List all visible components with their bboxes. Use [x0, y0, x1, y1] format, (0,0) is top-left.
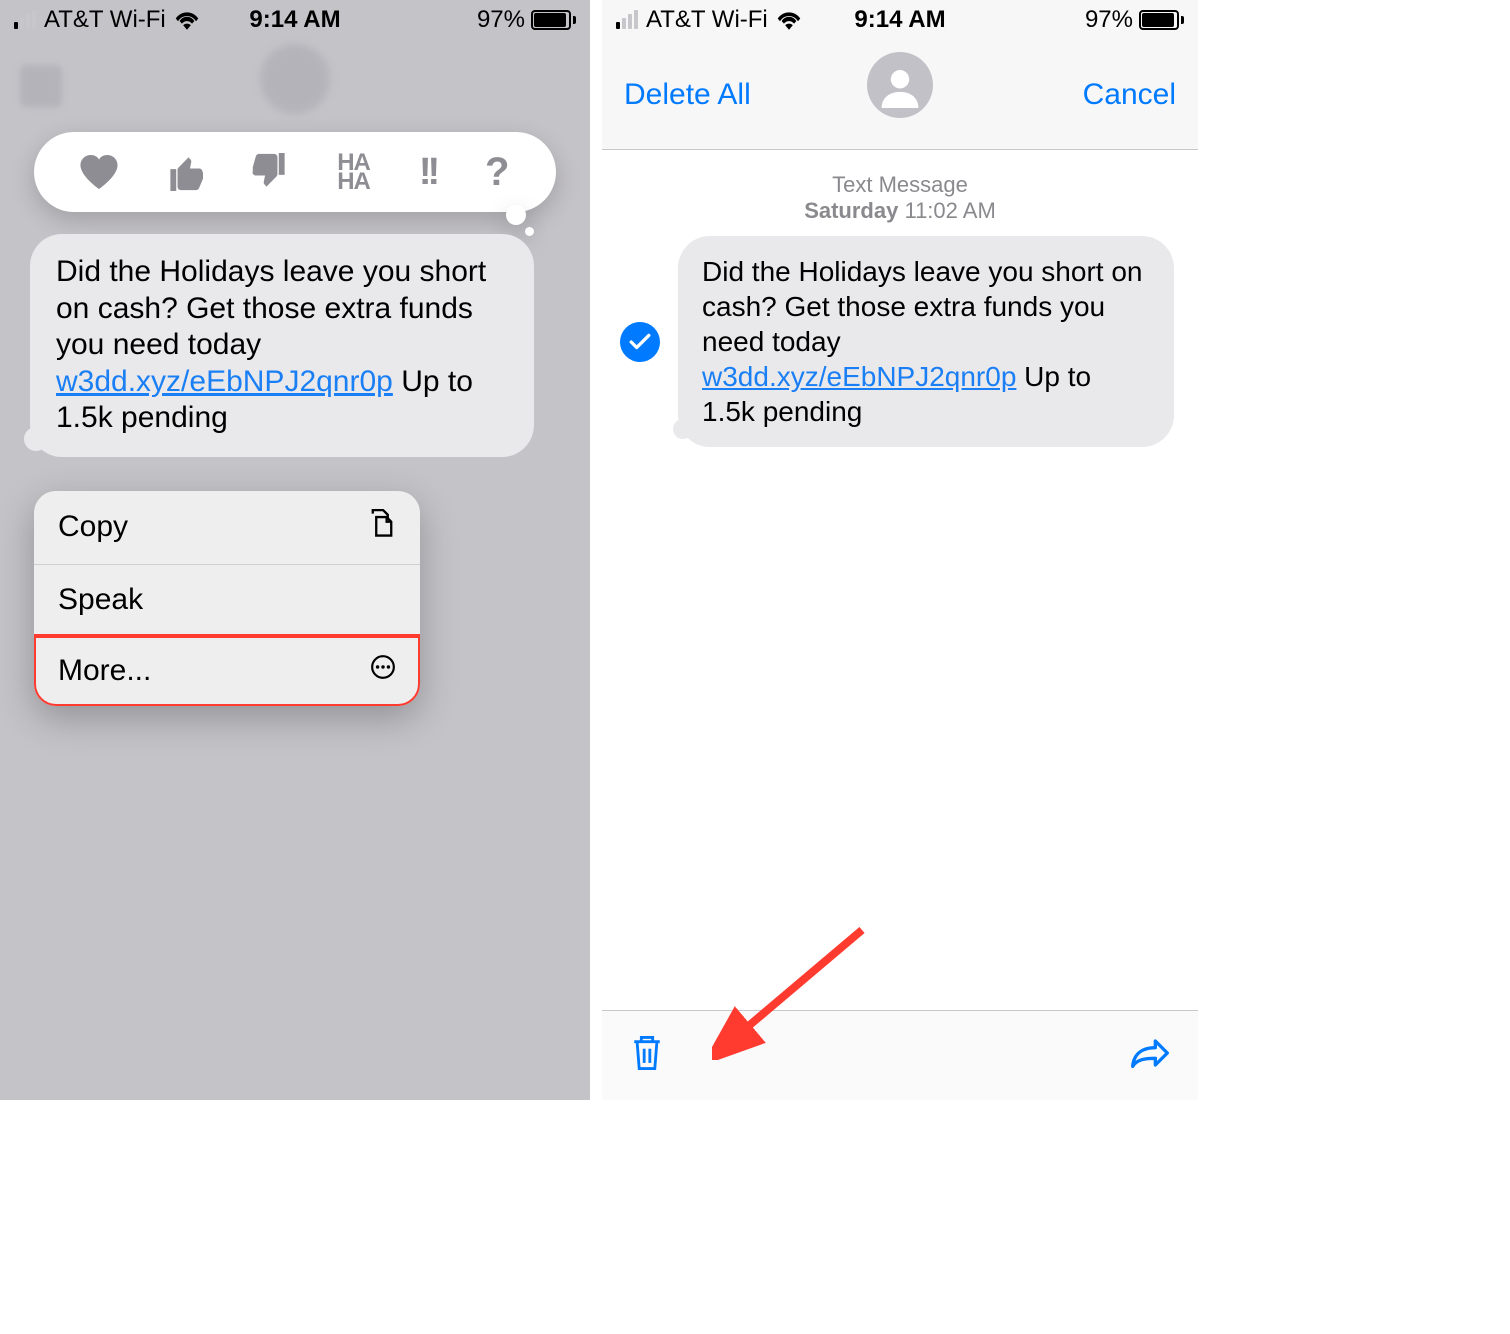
message-meta: Text Message Saturday 11:02 AM	[602, 172, 1198, 224]
status-bar: AT&T Wi-Fi 9:14 AM 97%	[602, 0, 1198, 40]
blurred-nav	[0, 40, 590, 132]
screenshot-right: AT&T Wi-Fi 9:14 AM 97% Delete All Cancel…	[602, 0, 1198, 1100]
cellular-signal-icon	[14, 11, 36, 29]
question-icon[interactable]: ?	[485, 150, 509, 195]
trash-icon[interactable]	[630, 1033, 664, 1078]
annotation-arrow-icon	[712, 920, 872, 1060]
selectable-message-row[interactable]: Did the Holidays leave you short on cash…	[602, 224, 1198, 447]
carrier-label: AT&T Wi-Fi	[646, 6, 768, 34]
battery-percent-label: 97%	[477, 6, 525, 34]
status-bar: AT&T Wi-Fi 9:14 AM 97%	[0, 0, 590, 40]
screenshot-left: AT&T Wi-Fi 9:14 AM 97% HAHA !! ?	[0, 0, 590, 1100]
ellipsis-circle-icon	[370, 654, 396, 687]
speak-menu-item[interactable]: Speak	[34, 565, 420, 636]
thumbs-up-icon[interactable]	[167, 153, 203, 191]
selection-checkmark-icon[interactable]	[620, 322, 660, 362]
message-text-pre: Did the Holidays leave you short on cash…	[702, 256, 1142, 357]
message-bubble[interactable]: Did the Holidays leave you short on cash…	[678, 236, 1174, 447]
meta-type-label: Text Message	[602, 172, 1198, 198]
thumbs-down-icon[interactable]	[252, 153, 288, 191]
copy-label: Copy	[58, 510, 128, 544]
meta-day-label: Saturday	[804, 198, 898, 223]
heart-icon[interactable]	[80, 155, 118, 189]
edit-nav-bar: Delete All Cancel	[602, 40, 1198, 150]
wifi-icon	[776, 10, 802, 30]
message-link[interactable]: w3dd.xyz/eEbNPJ2qnr0p	[56, 365, 393, 398]
cellular-signal-icon	[616, 11, 638, 29]
wifi-icon	[174, 10, 200, 30]
copy-icon	[368, 509, 396, 546]
blurred-back-button	[20, 65, 62, 107]
carrier-label: AT&T Wi-Fi	[44, 6, 166, 34]
blurred-avatar	[260, 44, 330, 114]
delete-all-button[interactable]: Delete All	[624, 78, 751, 112]
copy-menu-item[interactable]: Copy	[34, 491, 420, 565]
contact-avatar[interactable]	[867, 52, 933, 118]
battery-icon	[1139, 10, 1184, 30]
context-menu: Copy Speak More...	[34, 491, 420, 706]
message-text-pre: Did the Holidays leave you short on cash…	[56, 255, 486, 361]
more-label: More...	[58, 654, 151, 688]
exclaim-icon[interactable]: !!	[419, 151, 436, 194]
screenshot-divider	[590, 0, 602, 1334]
battery-percent-label: 97%	[1085, 6, 1133, 34]
message-link[interactable]: w3dd.xyz/eEbNPJ2qnr0p	[702, 361, 1016, 392]
bottom-toolbar	[602, 1010, 1198, 1100]
battery-icon	[531, 10, 576, 30]
share-icon[interactable]	[1130, 1036, 1170, 1075]
cancel-button[interactable]: Cancel	[1083, 78, 1176, 112]
meta-time-label: 11:02 AM	[904, 198, 995, 223]
message-bubble[interactable]: Did the Holidays leave you short on cash…	[30, 234, 534, 457]
more-menu-item[interactable]: More...	[34, 636, 420, 706]
reaction-bar: HAHA !! ?	[34, 132, 556, 212]
speak-label: Speak	[58, 583, 143, 617]
haha-icon[interactable]: HAHA	[337, 153, 370, 191]
